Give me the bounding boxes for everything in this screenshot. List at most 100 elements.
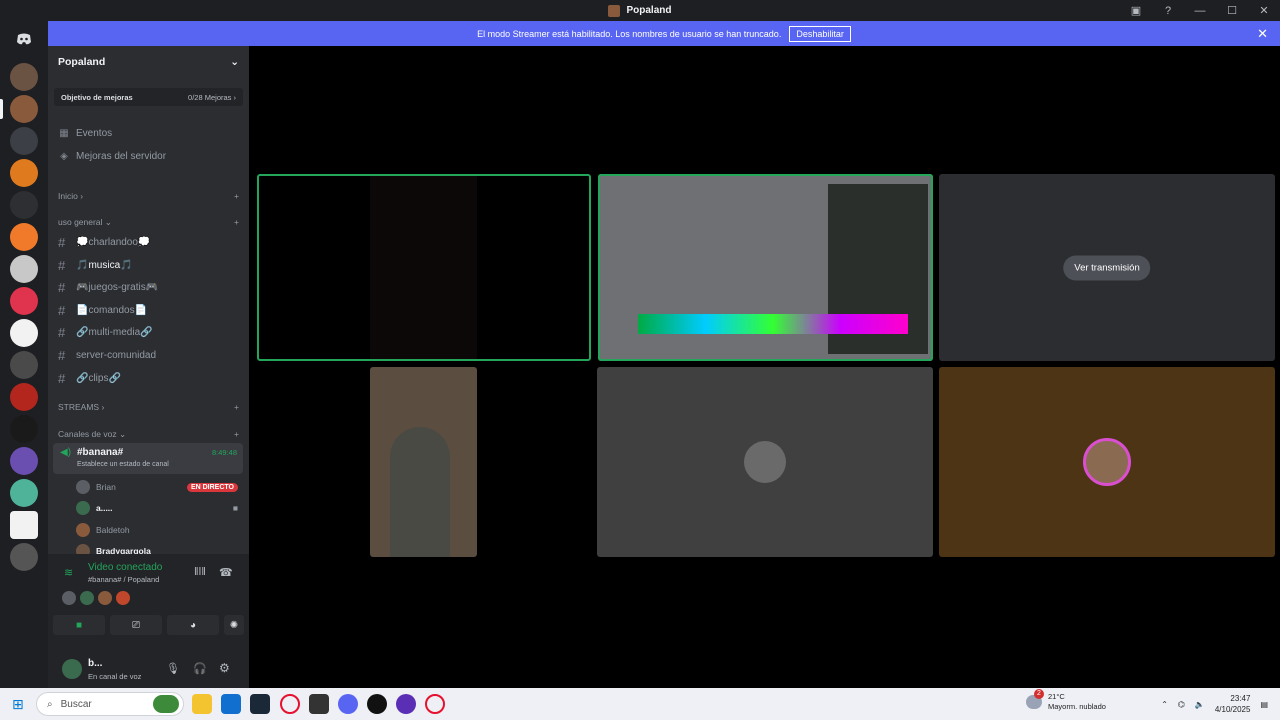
category-general[interactable]: uso general ⌄ +: [58, 217, 239, 228]
stream-tile[interactable]: Ver transmisión: [939, 174, 1275, 361]
close-window-button[interactable]: ✕: [1248, 0, 1280, 21]
discord-icon[interactable]: [338, 694, 358, 714]
category-voice[interactable]: Canales de voz ⌄ +: [58, 429, 239, 440]
server-icon[interactable]: [10, 351, 38, 379]
disable-streamer-button[interactable]: Deshabilitar: [789, 25, 851, 42]
server-icon[interactable]: [10, 95, 38, 123]
server-icon[interactable]: [10, 223, 38, 251]
headphones-icon[interactable]: 🎧: [193, 662, 207, 675]
user-status: En canal de voz: [88, 672, 142, 681]
store-icon[interactable]: [221, 694, 241, 714]
gear-icon[interactable]: ⚙: [219, 661, 230, 675]
app-icon[interactable]: [396, 694, 416, 714]
weather-desc: Mayorm. nublado: [1048, 702, 1106, 711]
file-explorer-icon[interactable]: [192, 694, 212, 714]
discord-home-icon[interactable]: [10, 25, 38, 53]
windows-start-icon[interactable]: ⊞: [12, 696, 24, 713]
inbox-icon[interactable]: ▣: [1120, 0, 1152, 21]
chevron-up-icon[interactable]: ⌃: [1161, 700, 1168, 709]
server-icon[interactable]: [10, 479, 38, 507]
server-icon[interactable]: [10, 383, 38, 411]
steam-icon[interactable]: [250, 694, 270, 714]
add-channel-icon[interactable]: +: [234, 402, 239, 412]
channel-item[interactable]: # 🎵musica🎵: [58, 258, 239, 273]
avatar[interactable]: [62, 591, 76, 605]
server-icon[interactable]: [10, 127, 38, 155]
channel-item[interactable]: # 💭charlandoo💭: [58, 235, 239, 250]
voice-status[interactable]: Video conectado: [88, 562, 162, 573]
hash-icon: #: [58, 325, 66, 340]
weather-temp: 21°C: [1048, 692, 1065, 701]
hash-icon: #: [58, 371, 66, 386]
opera-icon[interactable]: [280, 694, 300, 714]
add-channel-icon[interactable]: +: [234, 217, 239, 228]
app-icon[interactable]: [309, 694, 329, 714]
boost-count: 0/28 Mejoras: [188, 92, 232, 102]
avatar[interactable]: [80, 591, 94, 605]
category-streams[interactable]: STREAMS › +: [58, 402, 239, 412]
soundboard-button[interactable]: ✺: [224, 615, 244, 635]
opera-gx-icon[interactable]: [425, 694, 445, 714]
channel-item[interactable]: # 📄comandos📄: [58, 303, 239, 318]
minimize-button[interactable]: —: [1184, 0, 1216, 21]
add-channel-icon[interactable]: +: [234, 191, 239, 201]
server-icon[interactable]: [10, 319, 38, 347]
voice-user[interactable]: a..... ■: [76, 501, 238, 515]
user-name[interactable]: b...: [88, 658, 102, 669]
channel-item[interactable]: # 🔗multi-media🔗: [58, 325, 239, 340]
voice-channel[interactable]: ◀) #banana# Establece un estado de canal…: [53, 443, 243, 474]
channel-item[interactable]: # server-comunidad: [58, 348, 239, 363]
clock[interactable]: 23:47 4/10/2025: [1215, 693, 1251, 715]
voice-channel-status[interactable]: Establece un estado de canal: [77, 461, 169, 468]
video-tile[interactable]: [598, 174, 933, 361]
watch-stream-button[interactable]: Ver transmisión: [1063, 255, 1151, 280]
avatar[interactable]: [116, 591, 130, 605]
camera-button[interactable]: ■: [53, 615, 105, 635]
connection-signal-icon[interactable]: ≋: [64, 566, 73, 579]
channel-label: 🎵musica🎵: [76, 260, 133, 271]
taskbar-search[interactable]: ⌕ Buscar: [36, 692, 184, 716]
channel-label: 🔗multi-media🔗: [76, 327, 153, 338]
channel-item[interactable]: # 🎮juegos-gratis🎮: [58, 280, 239, 295]
user-tile[interactable]: [597, 367, 933, 557]
avatar[interactable]: [62, 659, 82, 679]
voice-user[interactable]: Baldetoh: [76, 523, 238, 537]
server-icon[interactable]: [10, 287, 38, 315]
add-channel-icon[interactable]: +: [234, 429, 239, 440]
network-icon[interactable]: ⌬: [1178, 700, 1185, 709]
noise-suppression-icon[interactable]: ǁǀǁ: [194, 566, 206, 578]
server-header[interactable]: Popaland ⌄: [48, 46, 249, 78]
activities-button[interactable]: ◕: [167, 615, 219, 635]
disconnect-icon[interactable]: ☎: [219, 566, 233, 579]
app-icon[interactable]: [367, 694, 387, 714]
boost-goal[interactable]: Objetivo de mejoras 0/28 Mejoras ›: [54, 88, 243, 106]
events-item[interactable]: ▦ Eventos: [58, 128, 112, 139]
server-icon[interactable]: [10, 159, 38, 187]
notifications-icon[interactable]: ▤: [1260, 700, 1268, 709]
close-icon[interactable]: ✕: [1257, 26, 1268, 42]
video-tile[interactable]: [370, 367, 477, 557]
server-boosts-item[interactable]: ◈ Mejoras del servidor: [58, 151, 166, 162]
category-inicio[interactable]: Inicio › +: [58, 191, 239, 201]
server-icon[interactable]: [10, 511, 38, 539]
search-icon: ⌕: [47, 698, 53, 710]
server-icon[interactable]: [10, 63, 38, 91]
voice-user[interactable]: Brian EN DIRECTO: [76, 480, 238, 494]
avatar[interactable]: [98, 591, 112, 605]
help-icon[interactable]: ?: [1152, 0, 1184, 21]
video-tile[interactable]: [257, 174, 591, 361]
voice-location[interactable]: #banana# / Popaland: [88, 575, 159, 584]
microphone-icon[interactable]: 🎙: [166, 662, 180, 675]
server-icon[interactable]: [10, 255, 38, 283]
user-tile[interactable]: [939, 367, 1275, 557]
maximize-button[interactable]: ☐: [1216, 0, 1248, 21]
server-icon[interactable]: [10, 447, 38, 475]
server-icon[interactable]: [10, 543, 38, 571]
screen-share-button[interactable]: ⎚: [110, 615, 162, 635]
gamepad-icon: ◕: [189, 619, 197, 631]
server-icon[interactable]: [10, 191, 38, 219]
channel-item[interactable]: # 🔗clips🔗: [58, 371, 239, 386]
weather-widget[interactable]: 2 21°C Mayorm. nublado: [1026, 689, 1106, 712]
server-icon[interactable]: [10, 415, 38, 443]
speaker-icon[interactable]: 🔈: [1195, 700, 1205, 709]
